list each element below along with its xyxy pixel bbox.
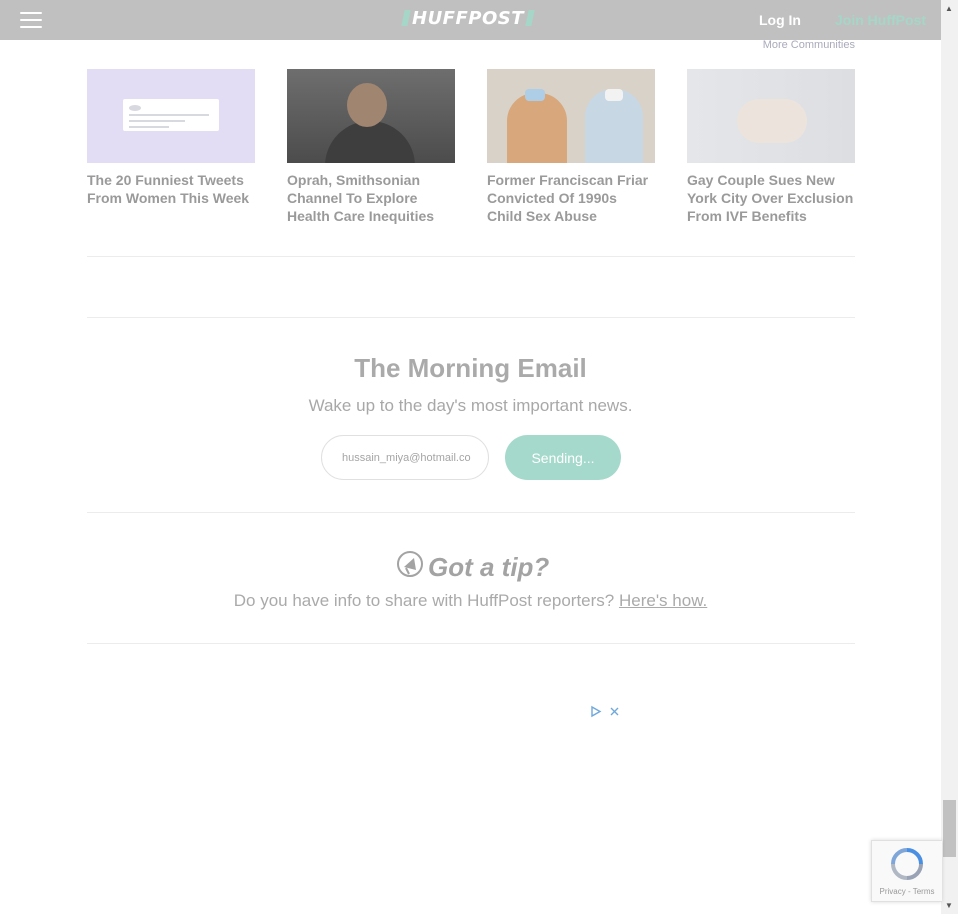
story-title[interactable]: The 20 Funniest Tweets From Women This W… [87,171,255,207]
more-communities-link[interactable]: More Communities [763,39,855,51]
face-mask-right [605,89,623,101]
photo-figure-face [347,83,387,127]
adchoices-icon[interactable] [589,705,602,718]
story-title[interactable]: Former Franciscan Friar Convicted Of 199… [487,171,655,225]
story-thumbnail[interactable] [287,69,455,163]
join-huffpost-link[interactable]: Join HuffPost [835,12,926,28]
story-title[interactable]: Oprah, Smithsonian Channel To Explore He… [287,171,455,225]
scrollbar-thumb[interactable] [943,800,956,857]
tip-title: Got a tip? [428,552,550,582]
newsletter-title: The Morning Email [354,353,587,383]
recaptcha-badge[interactable]: Privacy - Terms [871,840,942,902]
section-divider [87,256,855,257]
story-card[interactable]: Oprah, Smithsonian Channel To Explore He… [287,69,455,225]
top-nav-bar: HUFFPOST Log In Join HuffPost [0,0,941,40]
story-card[interactable]: The 20 Funniest Tweets From Women This W… [87,69,255,225]
scroll-down-arrow-icon[interactable]: ▼ [945,901,953,910]
recaptcha-terms[interactable]: Privacy - Terms [872,887,942,896]
story-card[interactable]: Former Franciscan Friar Convicted Of 199… [487,69,655,225]
story-title[interactable]: Gay Couple Sues New York City Over Exclu… [687,171,855,225]
scroll-up-arrow-icon[interactable]: ▲ [945,4,953,13]
photo-figure-left [507,93,567,163]
section-divider [87,317,855,318]
tweet-screenshot-image [123,99,219,131]
hamburger-menu-icon[interactable] [20,11,44,29]
vertical-scrollbar[interactable] [941,0,958,914]
story-card[interactable]: Gay Couple Sues New York City Over Exclu… [687,69,855,225]
ad-controls [589,705,621,718]
face-mask-left [525,89,545,101]
tip-description: Do you have info to share with HuffPost … [0,591,941,611]
megaphone-icon [397,550,423,577]
newsletter-subtitle: Wake up to the day's most important news… [308,396,633,415]
related-stories-row: The 20 Funniest Tweets From Women This W… [87,69,855,225]
tip-text: Do you have info to share with HuffPost … [233,591,615,610]
photo-newborn [737,99,807,143]
section-divider [87,643,855,644]
newsletter-email-input[interactable] [321,435,489,480]
story-thumbnail[interactable] [687,69,855,163]
tip-heading: Got a tip? [396,544,549,583]
close-icon[interactable] [608,705,621,718]
story-thumbnail[interactable] [487,69,655,163]
section-divider [87,512,855,513]
newsletter-submit-button[interactable]: Sending... [505,435,621,480]
logo-text: HUFFPOST [412,7,525,29]
huffpost-logo[interactable]: HUFFPOST [401,7,535,29]
recaptcha-icon [891,848,923,880]
heres-how-link[interactable]: Here's how. [619,591,707,610]
photo-figure-body [325,121,415,163]
story-thumbnail[interactable] [87,69,255,163]
login-link[interactable]: Log In [759,12,801,28]
